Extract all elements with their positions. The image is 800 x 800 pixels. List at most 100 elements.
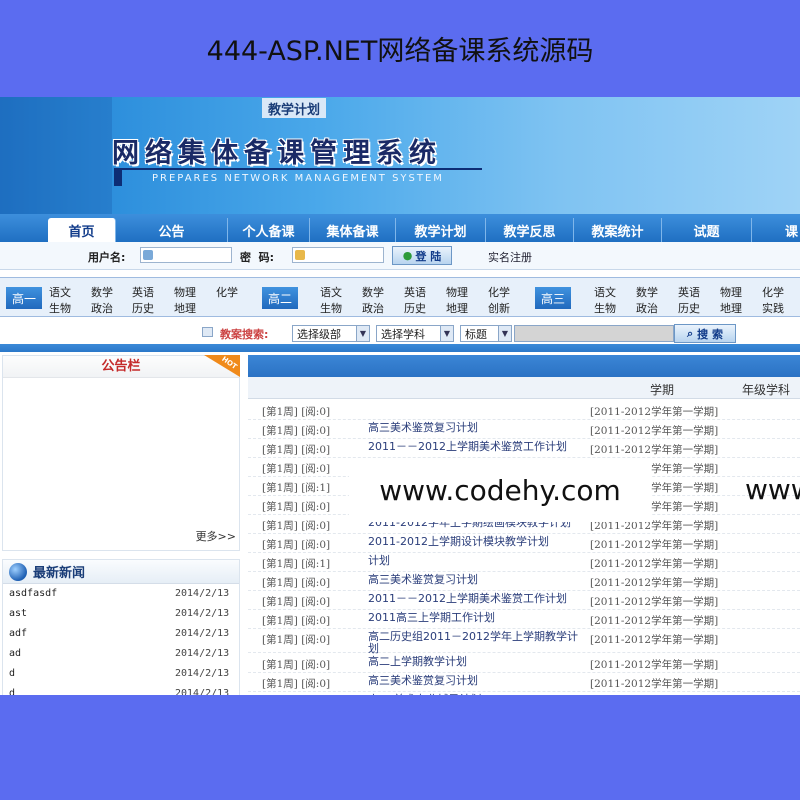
subject-link[interactable]: 物理 — [446, 284, 468, 300]
subject-link[interactable]: 创新 — [488, 300, 510, 316]
nav-item-notice[interactable]: 公告 — [116, 218, 228, 242]
nav-item-home[interactable]: 首页 — [48, 218, 116, 242]
register-link[interactable]: 实名注册 — [488, 249, 532, 265]
plan-row[interactable]: [第1周] [阅:0] 高二上学期教学计划 [2011-2012学年第一学期] — [248, 654, 800, 673]
grade-column-header: 年级学科 — [742, 383, 791, 397]
news-item[interactable]: d 2014/2/13 — [3, 665, 239, 685]
plan-row[interactable]: [第1周] [阅:0] 高三美术鉴赏复习计划 [2011-2012学年第一学期] — [248, 420, 800, 439]
subject-link[interactable]: 语文 — [49, 284, 71, 300]
subject-link[interactable]: 物理 — [720, 284, 742, 300]
plan-row-term: [2011-2012学年第一学期] — [590, 406, 719, 418]
plan-row-title[interactable]: 高三美术鉴赏复习计划 — [368, 574, 588, 586]
plan-row-title[interactable]: 计划 — [368, 555, 588, 567]
subject-link[interactable]: 数学 — [362, 284, 384, 300]
subject-link[interactable]: 政治 — [636, 300, 658, 316]
subject-link[interactable]: 地理 — [174, 300, 196, 316]
subject-link[interactable]: 语文 — [594, 284, 616, 300]
nav-item-teaching-plan[interactable]: 教学计划 — [396, 218, 486, 242]
plan-row-title[interactable]: 高二历史组2011－2012学年上学期教学计划 — [368, 631, 588, 655]
nav-item-course[interactable]: 课 — [752, 218, 800, 242]
plan-row-title[interactable]: 高二上学期教学计划 — [368, 656, 588, 668]
plan-title: 教学计划 — [262, 98, 327, 118]
grade-label[interactable]: 高二 — [262, 287, 299, 309]
subject-link[interactable]: 历史 — [404, 300, 426, 316]
search-input[interactable] — [514, 325, 674, 342]
plan-row[interactable]: [第1周] [阅:0] 高三美术鉴赏复习计划 [2011-2012学年第一学期] — [248, 572, 800, 591]
plan-row[interactable]: [第1周] [阅:0] 2011-2012上学期设计模块教学计划 [2011-201… — [248, 534, 800, 553]
subject-select[interactable]: 选择学科 ▼ — [376, 325, 454, 342]
news-item[interactable]: ad 2014/2/13 — [3, 645, 239, 665]
lock-icon — [295, 250, 305, 260]
plan-row-title[interactable]: 2011高三上学期工作计划 — [368, 612, 588, 624]
subject-link[interactable]: 生物 — [320, 300, 342, 316]
login-button[interactable]: ● 登 陆 — [392, 246, 452, 265]
nav-item-personal-prep[interactable]: 个人备课 — [228, 218, 310, 242]
subject-link[interactable]: 生物 — [49, 300, 71, 316]
watermark-clipped: www — [745, 473, 800, 506]
plan-row-title[interactable]: 2011－－2012上学期美术鉴赏工作计划 — [368, 441, 588, 453]
search-button[interactable]: ⌕ 搜 索 — [674, 324, 736, 343]
password-input[interactable] — [292, 247, 384, 263]
nav-item-group-prep[interactable]: 集体备课 — [310, 218, 396, 242]
login-icon: ● — [402, 249, 413, 262]
news-item[interactable]: d 2014/2/13 — [3, 685, 239, 695]
document-icon — [202, 327, 213, 337]
banner-bar-decor — [114, 168, 122, 186]
plan-row-title[interactable]: 高三美术鉴赏复习计划 — [368, 422, 588, 434]
news-item[interactable]: ast 2014/2/13 — [3, 605, 239, 625]
news-item-title: d — [9, 688, 16, 695]
plan-row[interactable]: [第1周] [阅:0] 高二历史组2011－2012学年上学期教学计划 [2011-… — [248, 629, 800, 655]
nav-item-reflection[interactable]: 教学反思 — [486, 218, 574, 242]
news-item[interactable]: adf 2014/2/13 — [3, 625, 239, 645]
news-item[interactable]: asdfasdf 2014/2/13 — [3, 585, 239, 605]
field-select[interactable]: 标题 ▼ — [460, 325, 512, 342]
nav-item-statistics[interactable]: 教案统计 — [574, 218, 662, 242]
nav-item-exam[interactable]: 试题 — [662, 218, 752, 242]
subject-link[interactable]: 生物 — [594, 300, 616, 316]
subject-link[interactable]: 数学 — [636, 284, 658, 300]
subject-link[interactable]: 历史 — [132, 300, 154, 316]
subject-link[interactable]: 物理 — [174, 284, 196, 300]
subject-link[interactable]: 英语 — [404, 284, 426, 300]
plan-row-title[interactable]: 2011-2012上学期设计模块教学计划 — [368, 536, 588, 548]
subject-link[interactable]: 实践 — [762, 300, 784, 316]
subject-link[interactable]: 政治 — [362, 300, 384, 316]
plan-row-term: [2011-2012学年第一学期] — [590, 615, 719, 627]
plan-row-term: [2011-2012学年第一学期] — [590, 596, 719, 608]
plan-row[interactable]: [第1周] [阅:0] 2011－－2012上学期美术鉴赏工作计划 [2011-20… — [248, 439, 800, 458]
plan-row[interactable]: [第1周] [阅:0]高三 美术专业辅导计划[2011-2012学年第一学期] — [248, 692, 800, 696]
news-header: 最新新闻 — [3, 560, 239, 584]
grade-label[interactable]: 高一 — [6, 287, 43, 309]
banner: 网络集体备课管理系统 PREPARES NETWORK MANAGEMENT S… — [0, 97, 800, 214]
plan-row[interactable]: [第1周] [阅:0] 2011－－2012上学期美术鉴赏工作计划 [2011-20… — [248, 591, 800, 610]
subject-link[interactable]: 政治 — [91, 300, 113, 316]
subject-link[interactable]: 化学 — [488, 284, 510, 300]
plan-row-title[interactable]: 高三 美术专业辅导计划 — [368, 694, 588, 696]
plan-row-meta: [第1周] [阅:0] — [262, 501, 331, 513]
subject-link[interactable]: 语文 — [320, 284, 342, 300]
plan-row-meta: [第1周] [阅:0] — [262, 444, 331, 456]
subject-link[interactable]: 英语 — [678, 284, 700, 300]
subject-link[interactable]: 化学 — [216, 284, 238, 300]
grade-block-1: 高一 语文 数学 英语 物理 化学 生物 政治 历史 地理 — [6, 281, 256, 315]
notice-more-link[interactable]: 更多>> — [196, 528, 236, 544]
news-item-title: asdfasdf — [9, 588, 58, 599]
plan-row[interactable]: [第1周] [阅:0] 高三美术鉴赏复习计划 [2011-2012学年第一学期] — [248, 673, 800, 692]
subject-link[interactable]: 地理 — [446, 300, 468, 316]
plan-row-title[interactable]: 高三美术鉴赏复习计划 — [368, 675, 588, 687]
notice-panel: 公告栏 HOT 更多>> — [2, 355, 240, 551]
subject-link[interactable]: 历史 — [678, 300, 700, 316]
plan-row[interactable]: [第1周] [阅:0] [2011-2012学年第一学期] — [248, 401, 800, 420]
plan-row[interactable]: [第1周] [阅:0] 2011高三上学期工作计划 [2011-2012学年第一学期… — [248, 610, 800, 629]
username-input[interactable] — [140, 247, 232, 263]
plan-row[interactable]: [第1周] [阅:1] 计划 [2011-2012学年第一学期] — [248, 553, 800, 572]
plan-column-headers: 学期 年级学科 — [248, 377, 800, 399]
subject-link[interactable]: 数学 — [91, 284, 113, 300]
grade-label[interactable]: 高三 — [535, 287, 572, 309]
plan-row-meta: [第1周] [阅:0] — [262, 520, 331, 532]
grade-select[interactable]: 选择级部 ▼ — [292, 325, 370, 342]
plan-row-title[interactable]: 2011－－2012上学期美术鉴赏工作计划 — [368, 593, 588, 605]
subject-link[interactable]: 化学 — [762, 284, 784, 300]
subject-link[interactable]: 地理 — [720, 300, 742, 316]
subject-link[interactable]: 英语 — [132, 284, 154, 300]
